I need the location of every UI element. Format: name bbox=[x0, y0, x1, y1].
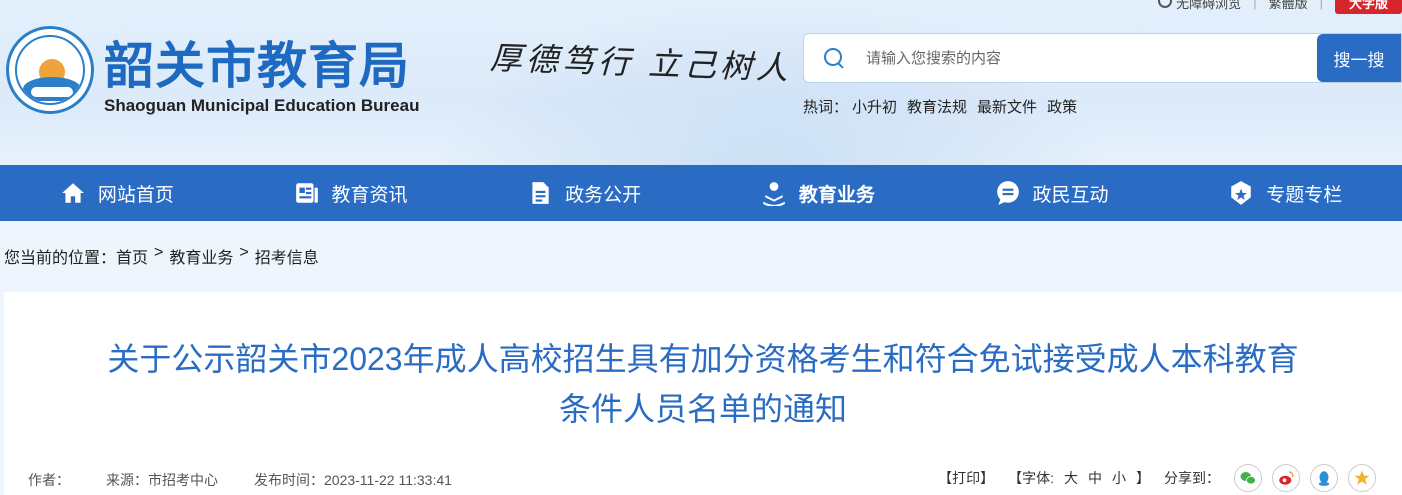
article-source: 来源：市招考中心 bbox=[106, 470, 218, 490]
elder-version-button[interactable]: 大字版 bbox=[1334, 0, 1402, 14]
site-title-english: Shaoguan Municipal Education Bureau bbox=[104, 96, 420, 115]
search-icon bbox=[824, 48, 844, 68]
font-size-controls: 【字体: 大 中 小 】 bbox=[1008, 468, 1150, 488]
article-date: 发布时间：2023-11-22 11:33:41 bbox=[254, 470, 452, 490]
nav-item-education-business[interactable]: 教育业务 bbox=[701, 165, 935, 221]
nav-item-news[interactable]: 教育资讯 bbox=[234, 165, 468, 221]
qq-icon[interactable] bbox=[1310, 464, 1338, 492]
article-meta: 作者： 来源：市招考中心 发布时间：2023-11-22 11:33:41 bbox=[28, 470, 452, 490]
nav-item-label: 教育资讯 bbox=[331, 184, 408, 206]
nav-item-label: 政务公开 bbox=[565, 184, 642, 206]
topbar-divider: | bbox=[1253, 0, 1257, 10]
traditional-chinese-link[interactable]: 繁體版 bbox=[1269, 0, 1308, 12]
topbar-divider: | bbox=[1319, 0, 1323, 10]
hot-word-link[interactable]: 教育法规 bbox=[907, 96, 967, 117]
accessibility-link[interactable]: 无障碍浏览 bbox=[1158, 0, 1241, 12]
date-label: 发布时间： bbox=[254, 472, 324, 488]
bureau-logo[interactable] bbox=[6, 26, 94, 114]
font-size-large-button[interactable]: 大 bbox=[1064, 468, 1078, 488]
logo-book bbox=[31, 87, 73, 97]
search-button[interactable]: 搜一搜 bbox=[1317, 34, 1401, 82]
weibo-icon[interactable] bbox=[1272, 464, 1300, 492]
logo-emblem-inner bbox=[15, 35, 85, 105]
share-icons bbox=[1234, 464, 1376, 492]
date-value: 2023-11-22 11:33:41 bbox=[324, 472, 452, 488]
article-title: 关于公示韶关市2023年成人高校招生具有加分资格考生和符合免试接受成人本科教育 … bbox=[4, 334, 1402, 434]
article-title-line: 关于公示韶关市2023年成人高校招生具有加分资格考生和符合免试接受成人本科教育 bbox=[107, 341, 1299, 377]
article-title-line: 条件人员名单的通知 bbox=[558, 391, 847, 427]
breadcrumb-link-exam-info[interactable]: 招考信息 bbox=[255, 244, 319, 268]
nav-item-label: 政民互动 bbox=[1032, 184, 1109, 206]
site-title[interactable]: 韶关市教育局 bbox=[104, 26, 410, 98]
breadcrumb-separator: > bbox=[239, 244, 249, 261]
document-icon bbox=[527, 180, 553, 206]
nav-item-home[interactable]: 网站首页 bbox=[0, 165, 234, 221]
font-size-label: 【字体: bbox=[1008, 470, 1054, 486]
qzone-star-icon[interactable] bbox=[1348, 464, 1376, 492]
hot-word-link[interactable]: 政策 bbox=[1047, 96, 1077, 117]
accessibility-icon bbox=[1158, 0, 1173, 8]
font-size-medium-button[interactable]: 中 bbox=[1088, 468, 1102, 488]
nav-item-public-interaction[interactable]: 政民互动 bbox=[935, 165, 1169, 221]
search-bar: 搜一搜 bbox=[803, 33, 1402, 83]
font-size-small-button[interactable]: 小 bbox=[1112, 468, 1126, 488]
breadcrumb-link-education-business[interactable]: 教育业务 bbox=[169, 244, 233, 268]
education-icon bbox=[761, 180, 787, 206]
home-icon bbox=[60, 180, 86, 206]
nav-item-label: 网站首页 bbox=[97, 184, 174, 206]
source-label: 来源： bbox=[106, 472, 148, 488]
source-value: 市招考中心 bbox=[148, 472, 218, 488]
main-navigation: 网站首页 教育资讯 政务公开 教育业务 政民互动 专题专栏 bbox=[0, 165, 1402, 221]
hot-words-label: 热词： bbox=[803, 99, 849, 116]
hot-word-link[interactable]: 小升初 bbox=[852, 96, 897, 117]
font-size-end: 】 bbox=[1136, 470, 1150, 486]
search-input[interactable] bbox=[866, 49, 1286, 67]
hot-word-link[interactable]: 最新文件 bbox=[977, 96, 1037, 117]
site-header: 无障碍浏览 | 繁體版 | 大字版 韶关市教育局 Shaoguan Munici… bbox=[0, 0, 1402, 165]
share-label: 分享到： bbox=[1164, 470, 1220, 486]
article-panel: 关于公示韶关市2023年成人高校招生具有加分资格考生和符合免试接受成人本科教育 … bbox=[4, 292, 1402, 495]
top-utility-bar: 无障碍浏览 | 繁體版 | 大字版 bbox=[1158, 0, 1402, 14]
nav-item-gov-affairs[interactable]: 政务公开 bbox=[467, 165, 701, 221]
hot-words: 热词： 小升初 教育法规 最新文件 政策 bbox=[803, 96, 1077, 117]
breadcrumb-prefix: 您当前的位置： bbox=[4, 250, 117, 267]
author-label: 作者： bbox=[28, 472, 70, 488]
nav-item-label: 教育业务 bbox=[798, 184, 875, 206]
print-button[interactable]: 【打印】 bbox=[938, 468, 994, 488]
breadcrumb: 您当前的位置： 首页 > 教育业务 > 招考信息 bbox=[4, 244, 319, 268]
chat-icon bbox=[995, 180, 1021, 206]
breadcrumb-separator: > bbox=[154, 244, 164, 261]
badge-icon bbox=[1228, 180, 1254, 206]
article-tools: 【打印】 【字体: 大 中 小 】 分享到： bbox=[938, 464, 1376, 492]
nav-item-label: 专题专栏 bbox=[1266, 184, 1343, 206]
wechat-icon[interactable] bbox=[1234, 464, 1262, 492]
news-icon bbox=[294, 180, 320, 206]
breadcrumb-link-home[interactable]: 首页 bbox=[116, 244, 148, 268]
nav-item-special-topics[interactable]: 专题专栏 bbox=[1168, 165, 1402, 221]
